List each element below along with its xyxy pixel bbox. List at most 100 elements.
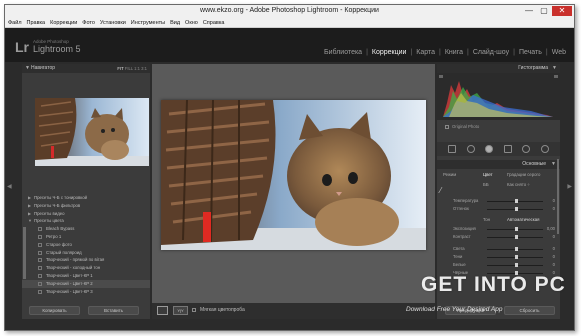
reset-button[interactable]: Сбросить	[504, 306, 555, 315]
window-title: www.ekzo.org - Adobe Photoshop Lightroom…	[200, 7, 379, 14]
slider-value: 0,00	[546, 226, 555, 231]
preset-item[interactable]: Старое фото	[22, 241, 150, 249]
lightroom-logo: Lr	[15, 39, 29, 55]
slider-knob[interactable]	[515, 255, 518, 259]
zoom-1-1[interactable]: 1:1	[134, 66, 140, 71]
paste-button[interactable]: Вставить	[88, 306, 139, 315]
auto-tone-button[interactable]: Автоматическая	[507, 217, 539, 222]
wb-label: ББ	[483, 182, 489, 187]
module-book[interactable]: Книга	[445, 49, 463, 56]
adjustment-brush-icon[interactable]	[540, 145, 549, 153]
slider-knob[interactable]	[515, 207, 518, 211]
slider-contrast[interactable]: Контраст 0	[443, 234, 555, 240]
module-web[interactable]: Web	[552, 49, 566, 56]
preset-label: Пресеты видео	[34, 210, 65, 216]
slider-highlights[interactable]: Света 0	[443, 246, 555, 252]
graduated-filter-icon[interactable]	[503, 145, 512, 153]
preset-icon	[38, 281, 42, 286]
navigator-header[interactable]: ▼ Навигатор FIT FILL 1:1 3:1	[22, 64, 150, 73]
right-scrollbar[interactable]	[557, 159, 559, 234]
treatment-bw[interactable]: Градации серого	[507, 172, 540, 177]
zoom-fit[interactable]: FIT	[117, 66, 123, 71]
treatment-color[interactable]: Цвет	[483, 172, 493, 177]
preset-label: Старый поляроид	[46, 249, 82, 255]
eyedropper-icon[interactable]: ⁄	[440, 186, 450, 195]
slider-knob[interactable]	[515, 235, 518, 239]
slider-value: 0	[552, 246, 555, 251]
photo-canvas	[152, 64, 435, 303]
original-photo-label: Original Photo	[452, 124, 480, 129]
preset-folder[interactable]: ▶ Пресеты Ч-Б фильтров	[22, 202, 150, 210]
preset-item[interactable]: Bleach Bypass	[22, 225, 150, 233]
expand-triangle-icon: ▶	[28, 202, 32, 208]
presets-list: ▶ Пресеты Ч-Б с тонировкой ▶ Пресеты Ч-Б ф…	[22, 194, 150, 295]
slider-knob[interactable]	[515, 227, 518, 231]
maximize-button[interactable]: ▢	[537, 6, 551, 16]
slider-exposure[interactable]: Экспозиция 0,00	[443, 226, 555, 232]
module-map[interactable]: Карта	[416, 49, 435, 56]
slider-knob[interactable]	[515, 199, 518, 203]
slider-tint[interactable]: Оттенок 0	[443, 206, 555, 212]
radial-filter-icon[interactable]	[522, 145, 531, 153]
menu-tools[interactable]: Инструменты	[131, 19, 165, 27]
menu-develop[interactable]: Коррекции	[50, 19, 77, 27]
basic-panel-header[interactable]: Основные ▼	[437, 160, 560, 169]
collapse-triangle-icon: ▼	[25, 65, 30, 71]
original-photo-toggle[interactable]: Original Photo	[445, 124, 479, 129]
module-print[interactable]: Печать	[519, 49, 542, 56]
slider-knob[interactable]	[515, 247, 518, 251]
preset-label: Творческий - прямой по вітая	[46, 257, 105, 263]
histogram-header[interactable]: Гистограмма ▼	[437, 64, 560, 73]
preset-folder[interactable]: ▼ Пресеты цвета	[22, 217, 150, 225]
close-button[interactable]: ✕	[552, 6, 572, 16]
collapse-triangle-icon: ▼	[552, 65, 557, 71]
menu-edit[interactable]: Правка	[27, 19, 46, 27]
menu-settings[interactable]: Установки	[100, 19, 126, 27]
left-panel-toggle-icon[interactable]: ◀	[7, 183, 12, 190]
module-library[interactable]: Библиотека	[324, 49, 362, 56]
preset-item[interactable]: Старый поляроид	[22, 249, 150, 257]
histogram-title: Гистограмма	[518, 65, 548, 71]
preset-label: Творческий - Цвет-КР 3	[46, 288, 93, 294]
preset-item[interactable]: Ретро 1	[22, 233, 150, 241]
menu-help[interactable]: Справка	[203, 19, 225, 27]
preset-folder[interactable]: ▶ Пресеты видео	[22, 210, 150, 218]
slider-temperature[interactable]: Температура 0	[443, 198, 555, 204]
module-slideshow[interactable]: Слайд-шоу	[473, 49, 509, 56]
minimize-button[interactable]: —	[522, 6, 536, 16]
menu-file[interactable]: Файл	[8, 19, 22, 27]
preset-item[interactable]: Творческий - прямой по вітая	[22, 256, 150, 264]
menu-bar: Файл Правка Коррекции Фото Установки Инс…	[5, 19, 574, 28]
soft-proof-checkbox[interactable]	[192, 308, 196, 312]
module-develop[interactable]: Коррекции	[372, 49, 407, 56]
preset-label: Пресеты Ч-Б фильтров	[34, 202, 81, 208]
crop-tool-icon[interactable]	[448, 145, 457, 153]
slider-value: 0	[552, 262, 555, 267]
slider-whites[interactable]: Белые 0	[443, 262, 555, 268]
preset-item[interactable]: Творческий - Цвет-КР 3	[22, 288, 150, 296]
menu-view[interactable]: Вид	[170, 19, 180, 27]
compare-view-icon[interactable]: Y|Y	[173, 306, 188, 315]
slider-shadows[interactable]: Тени 0	[443, 254, 555, 260]
preset-item[interactable]: Творческий - холодный тон	[22, 264, 150, 272]
zoom-fill[interactable]: FILL	[125, 66, 133, 71]
menu-photo[interactable]: Фото	[82, 19, 95, 27]
watermark-subtitle: Download Free Your Desired App	[406, 306, 503, 313]
loupe-view-icon[interactable]	[157, 306, 168, 315]
wb-dropdown[interactable]: Как снято ÷	[507, 182, 530, 187]
preset-item[interactable]: Творческий - Цвет-КР 1	[22, 272, 150, 280]
right-panel-toggle-icon[interactable]: ▶	[567, 183, 572, 190]
menu-window[interactable]: Окно	[185, 19, 198, 27]
slider-value: 0	[552, 198, 555, 203]
navigator-thumbnail[interactable]	[35, 98, 149, 166]
left-scrollbar[interactable]	[23, 227, 26, 279]
preset-label: Пресеты цвета	[34, 218, 64, 224]
slider-knob[interactable]	[515, 263, 518, 267]
preset-item-selected[interactable]: Творческий - Цвет-КР 2	[22, 279, 150, 288]
spot-removal-icon[interactable]	[466, 145, 475, 153]
zoom-3-1[interactable]: 3:1	[141, 66, 147, 71]
preset-folder[interactable]: ▶ Пресеты Ч-Б с тонировкой	[22, 194, 150, 202]
red-eye-icon[interactable]	[485, 145, 494, 153]
main-photo[interactable]	[161, 100, 426, 250]
copy-button[interactable]: Копировать	[29, 306, 80, 315]
